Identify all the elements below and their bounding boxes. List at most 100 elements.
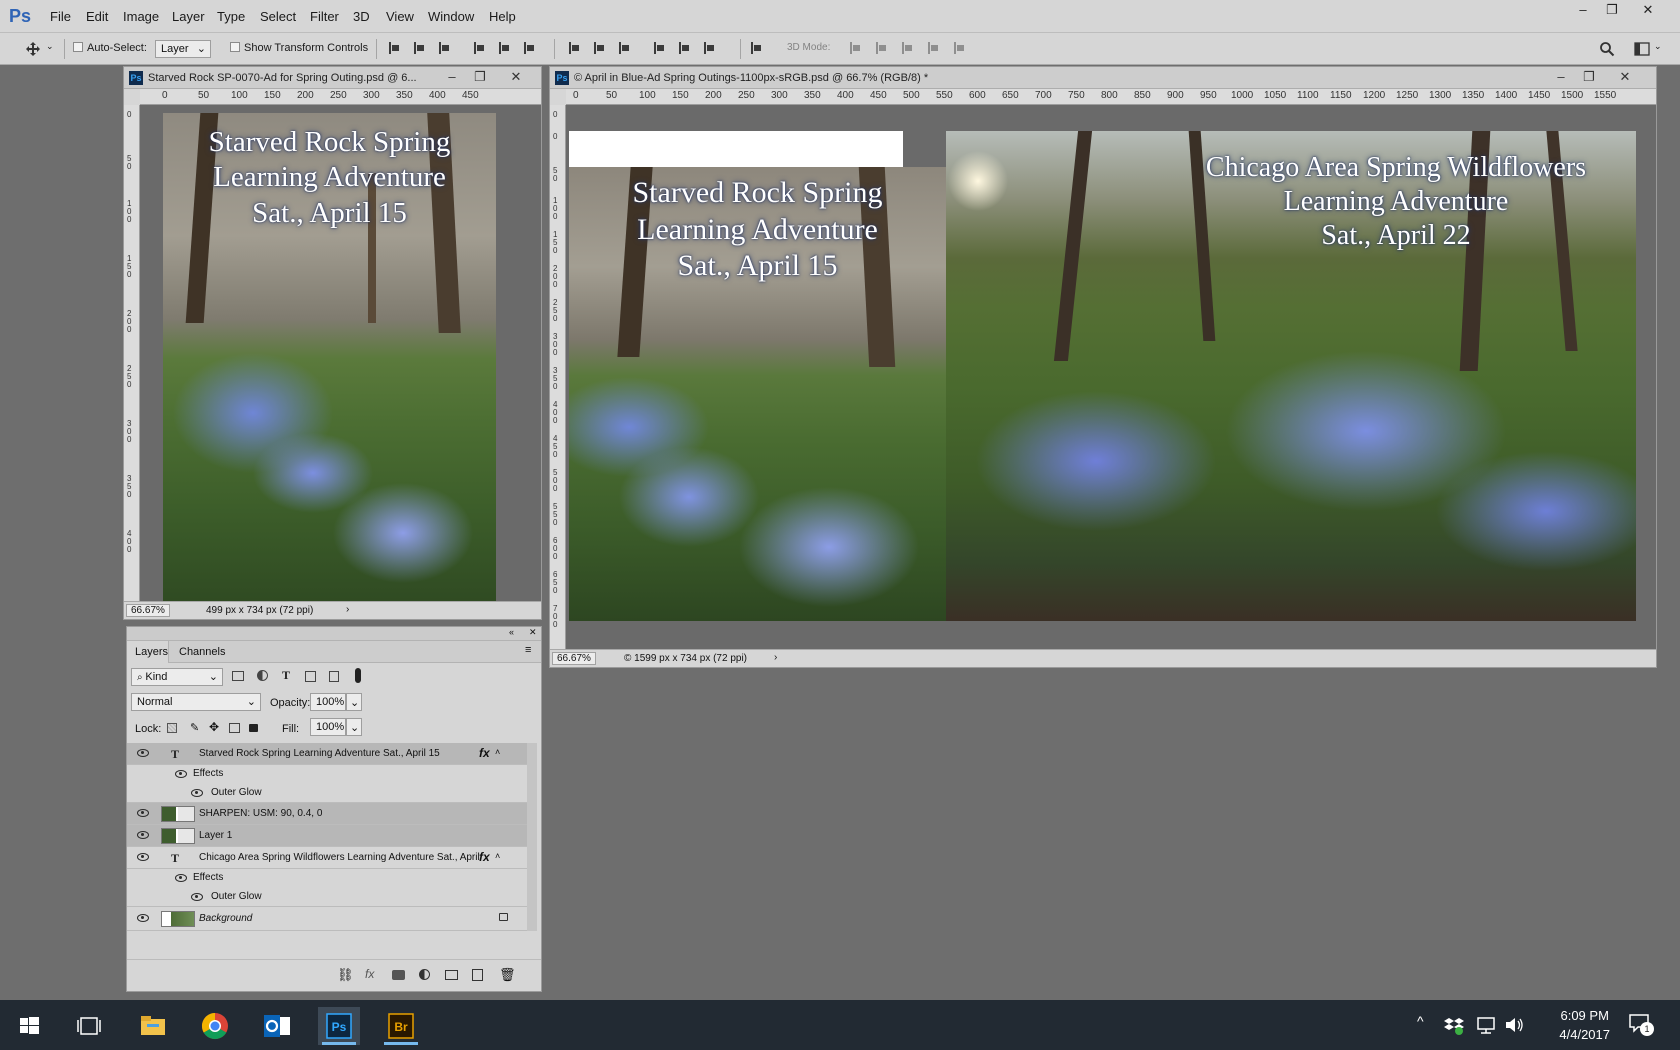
search-icon[interactable] xyxy=(1599,41,1615,57)
system-clock[interactable]: 6:09 PM 4/4/2017 xyxy=(1559,1006,1610,1044)
taskbar-photoshop[interactable]: Ps xyxy=(318,1007,360,1045)
distribute-right-icon[interactable] xyxy=(702,41,716,55)
add-style-fx-icon[interactable]: fx xyxy=(365,967,374,981)
layer-list-scrollbar[interactable] xyxy=(527,743,537,931)
visibility-eye-icon[interactable] xyxy=(175,874,187,882)
visibility-eye-icon[interactable] xyxy=(175,770,187,778)
auto-select-checkbox[interactable]: Auto-Select: xyxy=(73,42,147,54)
menu-edit[interactable]: Edit xyxy=(86,9,108,24)
auto-align-icon[interactable] xyxy=(749,41,763,55)
align-left-icon[interactable] xyxy=(472,41,486,55)
filter-type-icon[interactable]: T xyxy=(282,668,290,683)
status-menu-arrow-icon[interactable]: › xyxy=(774,652,777,663)
app-maximize-button[interactable]: ❐ xyxy=(1597,2,1627,20)
visibility-eye-icon[interactable] xyxy=(137,809,149,817)
show-transform-checkbox[interactable]: Show Transform Controls xyxy=(230,42,368,54)
distribute-bottom-icon[interactable] xyxy=(617,41,631,55)
menu-image[interactable]: Image xyxy=(123,9,159,24)
menu-select[interactable]: Select xyxy=(260,9,296,24)
layer-row-starved-rock-text[interactable]: T Starved Rock Spring Learning Adventure… xyxy=(127,743,527,765)
visibility-eye-icon[interactable] xyxy=(137,831,149,839)
close-panel-icon[interactable]: ✕ xyxy=(529,627,537,638)
taskbar-bridge[interactable]: Br xyxy=(380,1007,422,1045)
move-tool-icon[interactable] xyxy=(25,41,41,57)
lock-transparent-icon[interactable] xyxy=(167,723,177,733)
distribute-hcenter-icon[interactable] xyxy=(677,41,691,55)
workspace-chevron-icon[interactable]: ⌄ xyxy=(1654,41,1662,52)
new-layer-icon[interactable] xyxy=(472,969,483,981)
collapse-effects-icon[interactable]: ˄ xyxy=(495,851,500,861)
visibility-eye-icon[interactable] xyxy=(191,789,203,797)
align-top-icon[interactable] xyxy=(387,41,401,55)
document-close-button[interactable]: ✕ xyxy=(504,69,528,85)
layer-row-chicago-text[interactable]: T Chicago Area Spring Wildflowers Learni… xyxy=(127,847,527,869)
add-mask-icon[interactable] xyxy=(392,970,405,980)
menu-type[interactable]: Type xyxy=(217,9,245,24)
lock-pixels-icon[interactable]: ✎ xyxy=(190,721,199,734)
blend-mode-dropdown[interactable]: Normal ⌄ xyxy=(131,693,261,711)
tab-channels[interactable]: Channels xyxy=(179,646,225,658)
layer-filter-dropdown[interactable]: ⌕ Kind ⌄ xyxy=(131,668,223,686)
dropbox-icon[interactable] xyxy=(1444,1015,1464,1035)
zoom-field[interactable]: 66.67% xyxy=(126,604,170,617)
new-adjustment-layer-icon[interactable] xyxy=(419,969,430,980)
start-button[interactable] xyxy=(8,1007,50,1045)
fx-icon[interactable]: fx xyxy=(479,746,490,760)
distribute-left-icon[interactable] xyxy=(652,41,666,55)
volume-icon[interactable] xyxy=(1504,1016,1524,1034)
align-vertical-center-icon[interactable] xyxy=(412,41,426,55)
document-title-bar[interactable]: Ps Starved Rock SP-0070-Ad for Spring Ou… xyxy=(124,67,541,89)
document-title-bar[interactable]: Ps © April in Blue-Ad Spring Outings-110… xyxy=(550,67,1656,89)
lock-position-icon[interactable]: ✥ xyxy=(209,720,219,734)
align-bottom-icon[interactable] xyxy=(437,41,451,55)
lock-artboard-icon[interactable] xyxy=(229,723,240,733)
visibility-eye-icon[interactable] xyxy=(137,914,149,922)
status-menu-arrow-icon[interactable]: › xyxy=(346,604,349,615)
filter-smart-object-icon[interactable] xyxy=(329,671,339,682)
action-center-button[interactable]: 1 xyxy=(1628,1013,1654,1036)
distribute-center-icon[interactable] xyxy=(592,41,606,55)
fill-input[interactable]: 100% xyxy=(310,718,346,736)
filter-pixel-icon[interactable] xyxy=(232,671,244,681)
taskbar-file-explorer[interactable] xyxy=(132,1007,174,1045)
filter-adjustment-icon[interactable] xyxy=(257,670,268,681)
document-maximize-button[interactable]: ❐ xyxy=(468,69,492,85)
menu-help[interactable]: Help xyxy=(489,9,516,24)
layer-row-outer-glow[interactable]: Outer Glow xyxy=(127,887,527,907)
app-minimize-button[interactable]: – xyxy=(1568,2,1598,20)
task-view-button[interactable] xyxy=(68,1007,110,1045)
menu-filter[interactable]: Filter xyxy=(310,9,339,24)
document-maximize-button[interactable]: ❐ xyxy=(1577,69,1601,85)
layer-row-layer-1[interactable]: Layer 1 xyxy=(127,825,527,847)
canvas-area[interactable]: Starved Rock Spring Learning Adventure S… xyxy=(566,105,1656,649)
align-right-icon[interactable] xyxy=(522,41,536,55)
panel-menu-icon[interactable]: ≡ xyxy=(525,644,531,656)
document-minimize-button[interactable]: – xyxy=(1549,69,1573,84)
layer-row-sharpen[interactable]: SHARPEN: USM: 90, 0.4, 0 xyxy=(127,803,527,825)
new-group-folder-icon[interactable] xyxy=(445,970,458,980)
link-layers-icon[interactable]: ⛓ xyxy=(337,967,354,983)
fx-icon[interactable]: fx xyxy=(479,850,490,864)
collapse-panel-icon[interactable]: « xyxy=(509,627,514,637)
network-icon[interactable] xyxy=(1476,1016,1496,1034)
layer-row-effects[interactable]: Effects xyxy=(127,869,527,887)
menu-file[interactable]: File xyxy=(50,9,71,24)
fill-chevron-icon[interactable]: ⌄ xyxy=(346,718,362,736)
layer-row-outer-glow[interactable]: Outer Glow xyxy=(127,783,527,803)
auto-select-dropdown[interactable]: Layer ⌄ xyxy=(155,40,211,58)
opacity-chevron-icon[interactable]: ⌄ xyxy=(346,693,362,711)
distribute-top-icon[interactable] xyxy=(567,41,581,55)
zoom-field[interactable]: 66.67% xyxy=(552,652,596,665)
layer-row-background[interactable]: Background xyxy=(127,907,527,931)
collapse-effects-icon[interactable]: ˄ xyxy=(495,747,500,757)
lock-all-icon[interactable] xyxy=(249,724,258,732)
show-hidden-icons-chevron-icon[interactable]: ^ xyxy=(1417,1013,1424,1029)
visibility-eye-icon[interactable] xyxy=(137,853,149,861)
filter-shape-icon[interactable] xyxy=(305,671,316,682)
align-horizontal-center-icon[interactable] xyxy=(497,41,511,55)
layer-row-effects[interactable]: Effects xyxy=(127,765,527,783)
menu-window[interactable]: Window xyxy=(428,9,474,24)
document-minimize-button[interactable]: – xyxy=(440,69,464,84)
filter-toggle-icon[interactable] xyxy=(355,668,361,683)
taskbar-outlook[interactable] xyxy=(256,1007,298,1045)
